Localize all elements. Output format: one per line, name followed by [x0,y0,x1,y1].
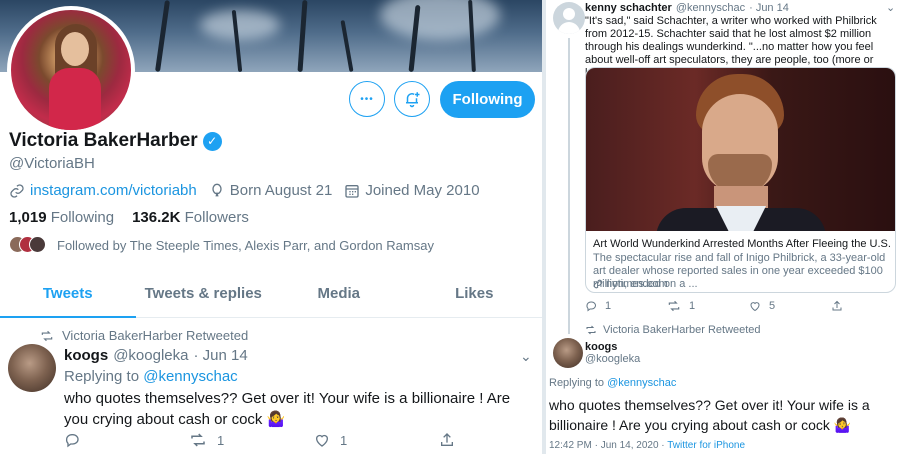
parent-author-avatar[interactable] [553,2,585,34]
link-card-domain-row: nytimes.com [593,278,668,290]
retweeted-indicator: Victoria BakerHarber Retweeted [40,328,248,343]
retweet-count: 1 [217,432,225,448]
parent-reply-count: 1 [605,300,612,312]
tweet-author-avatar[interactable] [8,344,56,392]
reply-timestamp-row: 12:42 PM · Jun 14, 2020 · Twitter for iP… [549,440,745,451]
reply-icon [65,434,79,448]
tab-likes[interactable]: Likes [407,270,543,317]
replying-to-link[interactable]: @kennyschac [607,377,676,389]
profile-tabs: Tweets Tweets & replies Media Likes [0,270,542,318]
reply-source[interactable]: Twitter for iPhone [667,440,745,451]
parent-like-count: 5 [769,300,776,312]
chevron-down-icon[interactable]: ⌄ [886,1,895,14]
verified-icon: ✓ [202,131,222,151]
followed-by-avatars [9,236,47,254]
tweet-text: who quotes themselves?? Get over it! You… [64,390,511,428]
retweet-icon [586,325,596,335]
reply-author-name[interactable]: koogs [585,341,617,353]
profile-handle: @VictoriaBH [9,155,95,172]
link-card[interactable]: Art World Wunderkind Arrested Months Aft… [585,67,896,293]
link-icon [593,279,603,289]
parent-reply-button[interactable]: 1 [585,300,667,312]
like-button[interactable]: 1 [314,432,439,448]
followed-by-row[interactable]: Followed by The Steeple Times, Alexis Pa… [9,236,434,254]
retweeted-by-text: Victoria BakerHarber Retweeted [603,324,761,336]
retweet-icon [668,300,680,312]
tab-tweets-replies[interactable]: Tweets & replies [136,270,272,317]
replying-to-link[interactable]: @kennyschac [143,368,237,385]
following-count-link[interactable]: 1,019 Following [9,209,114,226]
parent-like-button[interactable]: 5 [749,300,831,312]
retweet-button[interactable]: 1 [189,432,314,448]
heart-icon [316,434,328,447]
chevron-down-icon[interactable]: ⌄ [520,348,532,365]
notifications-button[interactable] [394,81,430,117]
like-count: 1 [340,432,348,448]
parent-retweet-button[interactable]: 1 [667,300,749,312]
share-button[interactable] [439,432,455,448]
profile-website-link[interactable]: instagram.com/victoriabh [30,182,197,199]
reply-button[interactable] [64,432,189,448]
profile-meta: instagram.com/victoriabh Born August 21 … [9,182,492,199]
replying-to-line: Replying to @kennyschac [64,368,238,385]
replying-prefix: Replying to [64,368,144,385]
share-icon [441,433,453,446]
tweet-actions: 1 1 [64,432,455,448]
link-icon [10,183,24,198]
profile-name: Victoria BakerHarber [9,130,198,151]
followers-count-link[interactable]: 136.2K Followers [132,209,249,226]
profile-birthday: Born August 21 [229,182,333,199]
replying-to-line: Replying to @kennyschac [549,377,676,389]
profile-joined: Joined May 2010 [365,182,480,199]
tab-tweets[interactable]: Tweets [0,270,136,318]
calendar-icon [345,184,359,198]
parent-author-handle[interactable]: @kennyschac [676,2,745,14]
parent-share-button[interactable] [831,300,843,312]
tweet-date[interactable]: · Jun 14 [193,347,247,364]
parent-tweet-header: kenny schachter @kennyschac · Jun 14 [585,2,789,14]
following-button[interactable]: Following [440,81,535,118]
parent-date[interactable]: · Jun 14 [749,2,789,14]
more-icon: ••• [360,93,374,105]
profile-name-row: Victoria BakerHarber ✓ [9,130,222,152]
reply-tweet-text: who quotes themselves?? Get over it! You… [549,397,870,433]
bell-plus-icon [406,92,420,108]
parent-tweet-actions: 1 1 5 [585,300,843,312]
retweeted-by-text: Victoria BakerHarber Retweeted [62,328,249,343]
reply-author-handle[interactable]: @koogleka [585,353,640,365]
link-card-domain: nytimes.com [606,278,668,290]
replying-prefix: Replying to [549,377,608,389]
heart-icon [750,302,760,312]
thread-line [568,38,570,334]
followed-by-text: Followed by The Steeple Times, Alexis Pa… [57,237,434,253]
tweet-author-name[interactable]: koogs [64,347,108,364]
tab-media[interactable]: Media [271,270,407,317]
profile-panel: ••• Following Victoria BakerHarber ✓ @Vi… [0,0,542,454]
link-card-title: Art World Wunderkind Arrested Months Aft… [593,238,891,250]
reply-author-avatar[interactable] [553,338,583,368]
retweet-icon [191,433,205,447]
retweeted-indicator: Victoria BakerHarber Retweeted [585,324,761,336]
more-options-button[interactable]: ••• [349,81,385,117]
profile-avatar[interactable] [7,6,135,134]
reply-icon [586,301,596,312]
parent-retweet-count: 1 [689,300,696,312]
profile-counts: 1,019 Following 136.2K Followers [9,209,249,226]
link-card-image [586,68,895,231]
tweet-author-handle[interactable]: @koogleka [113,347,188,364]
share-icon [832,300,842,311]
reply-timestamp[interactable]: 12:42 PM · Jun 14, 2020 · [549,440,667,451]
retweet-icon [41,330,53,341]
balloon-icon [212,183,222,196]
tweet-header: koogs @koogleka · Jun 14 [64,347,248,364]
parent-author-name[interactable]: kenny schachter [585,2,672,14]
tweet-detail-panel: kenny schachter @kennyschac · Jun 14 ⌄ "… [546,0,900,454]
